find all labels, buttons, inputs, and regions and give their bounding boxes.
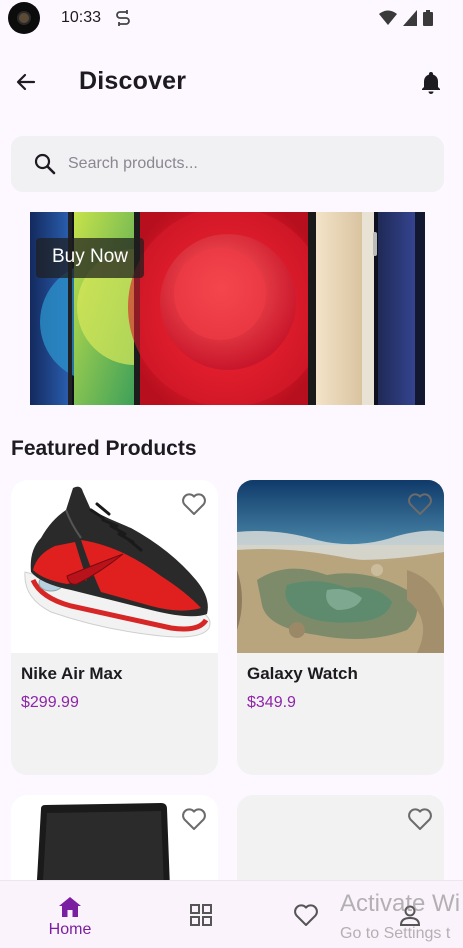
search-icon (34, 153, 56, 175)
arrow-back-icon (16, 73, 36, 91)
promo-banner[interactable]: Buy Now (30, 212, 425, 405)
sync-icon (116, 10, 130, 26)
favorite-button[interactable] (180, 805, 208, 833)
home-icon (59, 897, 81, 917)
search-input[interactable] (68, 150, 428, 178)
nav-item-home[interactable]: Home (12, 881, 128, 948)
notifications-button[interactable] (417, 68, 445, 96)
nav-item-favorites[interactable] (248, 881, 364, 948)
nav-item-categories[interactable] (143, 881, 259, 948)
bottom-navigation: Home (0, 880, 463, 948)
heart-outline-icon (182, 808, 206, 830)
product-name: Galaxy Watch (247, 664, 358, 683)
app-bar: Discover (0, 56, 463, 108)
status-bar: 10:33 (0, 0, 463, 38)
wifi-icon (379, 10, 397, 25)
product-price: $299.99 (21, 694, 79, 711)
buy-now-button[interactable]: Buy Now (36, 238, 145, 278)
favorite-button[interactable] (406, 805, 434, 833)
product-card-galaxy-watch[interactable]: Galaxy Watch $349.9 (237, 480, 444, 775)
nav-item-profile[interactable] (352, 881, 463, 948)
favorite-button[interactable] (406, 490, 434, 518)
nav-label-home: Home (48, 921, 92, 938)
search-bar (11, 136, 444, 192)
person-icon (399, 905, 421, 926)
page-title: Discover (79, 67, 187, 95)
camera-cutout (8, 2, 40, 34)
section-title: Featured Products (11, 437, 197, 460)
heart-outline-icon (408, 808, 432, 830)
product-name: Nike Air Max (21, 664, 123, 683)
bell-icon (422, 72, 440, 94)
heart-outline-icon (182, 493, 206, 515)
signal-icon (403, 10, 417, 26)
favorite-button[interactable] (180, 490, 208, 518)
back-button[interactable] (10, 66, 42, 98)
product-card-nike-air-max[interactable]: Nike Air Max $299.99 (11, 480, 218, 775)
heart-outline-icon (408, 493, 432, 515)
product-price: $349.9 (247, 694, 296, 711)
heart-icon (294, 904, 318, 926)
grid-icon (190, 904, 212, 926)
battery-icon (423, 10, 433, 26)
status-time: 10:33 (61, 9, 102, 26)
